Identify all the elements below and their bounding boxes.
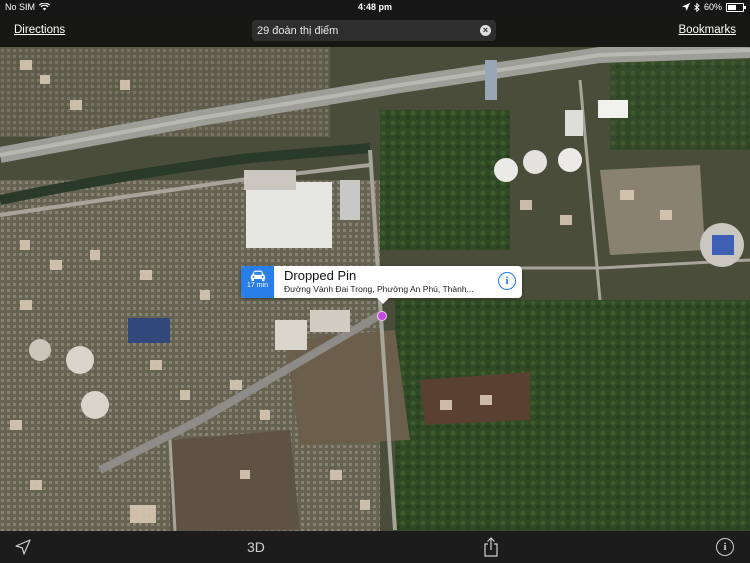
bottom-toolbar: 3D i [0,531,750,563]
share-icon[interactable] [484,537,498,557]
pin-address: Đường Vành Đai Trong, Phường An Phú, Thà… [284,284,474,294]
info-icon[interactable]: i [498,272,516,290]
battery-percent: 60% [703,2,722,12]
clock: 4:48 pm [357,2,392,12]
map-info-icon[interactable]: i [716,538,734,556]
bluetooth-icon [694,2,700,12]
bookmarks-button[interactable]: Bookmarks [678,24,736,36]
location-arrow-icon[interactable] [15,539,31,555]
location-arrow-icon [681,3,690,11]
eta-label: 17 min [246,282,268,289]
status-right: 60% [681,0,746,14]
directions-button[interactable]: Directions [14,24,65,36]
dropped-pin[interactable] [377,311,387,321]
status-bar: No SIM 4:48 pm 60% [0,0,750,14]
drive-eta-button[interactable]: 17 min [241,266,274,298]
car-icon [250,270,265,281]
search-bar[interactable]: × [252,20,496,41]
3d-toggle-button[interactable]: 3D [247,539,265,555]
top-toolbar: Directions × Bookmarks [0,14,750,47]
clear-search-icon[interactable]: × [480,25,491,36]
pin-title: Dropped Pin [284,268,357,283]
pin-callout[interactable]: 17 min Dropped Pin Đường Vành Đai Trong,… [241,266,522,304]
search-input[interactable] [257,20,472,41]
battery-icon [726,2,746,12]
